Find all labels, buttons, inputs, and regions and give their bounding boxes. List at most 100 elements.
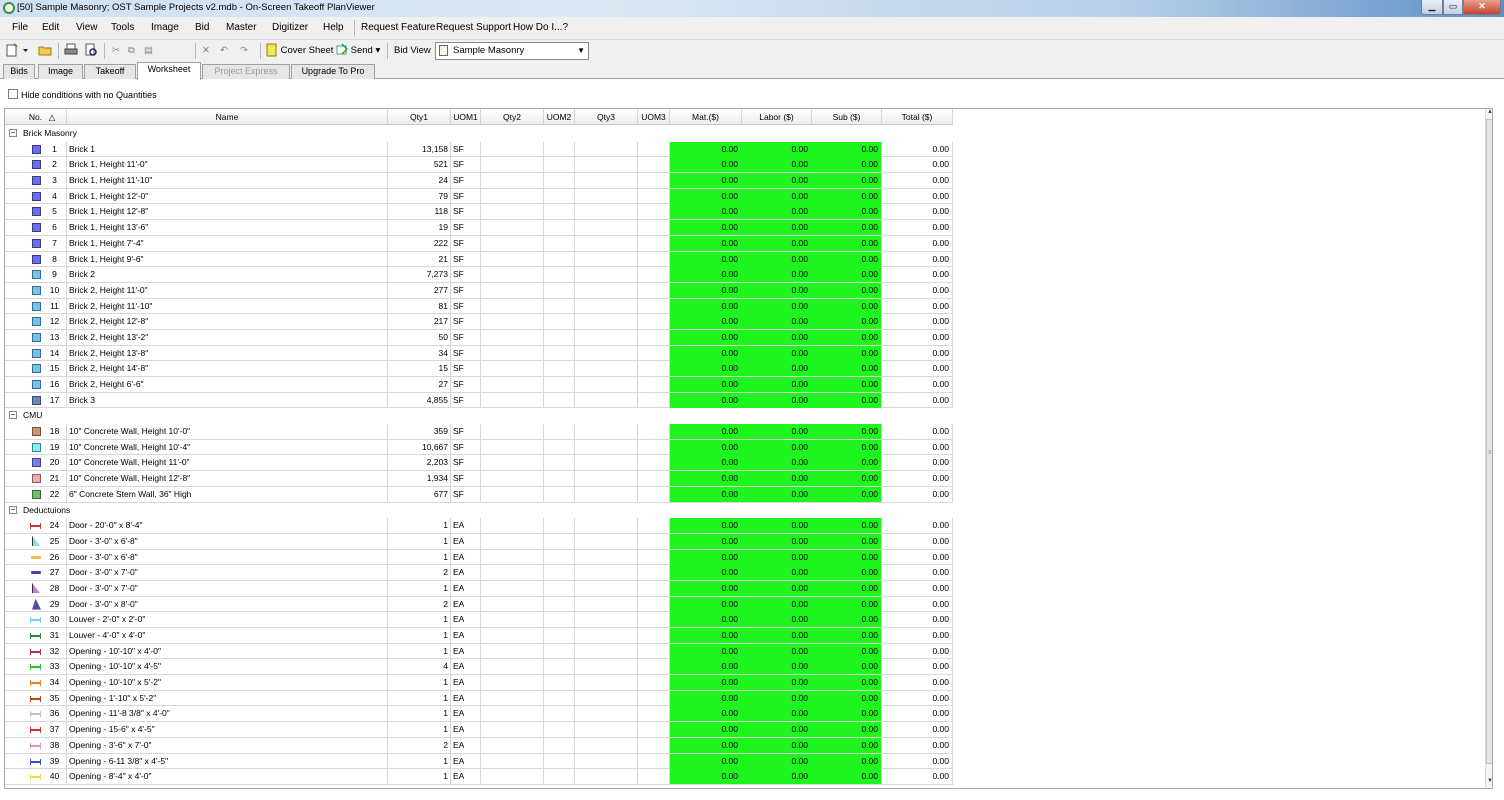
condition-name[interactable]: Door - 3'-0" x 6'-8" bbox=[67, 549, 388, 565]
material-cost-cell[interactable]: 0.00 bbox=[670, 220, 742, 236]
qty1-cell[interactable]: 277 bbox=[388, 282, 451, 298]
uom3-cell[interactable] bbox=[638, 533, 670, 549]
total-cost-cell[interactable]: 0.00 bbox=[882, 345, 953, 361]
qty1-cell[interactable]: 2 bbox=[388, 565, 451, 581]
qty1-cell[interactable]: 1 bbox=[388, 690, 451, 706]
col-uom3[interactable]: UOM3 bbox=[638, 109, 670, 125]
qty1-cell[interactable]: 1 bbox=[388, 580, 451, 596]
qty1-cell[interactable]: 222 bbox=[388, 235, 451, 251]
uom2-cell[interactable] bbox=[544, 361, 575, 377]
total-cost-cell[interactable]: 0.00 bbox=[882, 549, 953, 565]
material-cost-cell[interactable]: 0.00 bbox=[670, 675, 742, 691]
uom1-cell[interactable]: SF bbox=[451, 141, 481, 157]
material-cost-cell[interactable]: 0.00 bbox=[670, 471, 742, 487]
qty2-cell[interactable] bbox=[481, 486, 544, 502]
condition-name[interactable]: Brick 2, Height 12'-8" bbox=[67, 314, 388, 330]
labor-cost-cell[interactable]: 0.00 bbox=[742, 659, 812, 675]
material-cost-cell[interactable]: 0.00 bbox=[670, 173, 742, 189]
qty2-cell[interactable] bbox=[481, 282, 544, 298]
qty1-cell[interactable]: 21 bbox=[388, 251, 451, 267]
total-cost-cell[interactable]: 0.00 bbox=[882, 565, 953, 581]
uom3-cell[interactable] bbox=[638, 690, 670, 706]
uom2-cell[interactable] bbox=[544, 596, 575, 612]
material-cost-cell[interactable]: 0.00 bbox=[670, 580, 742, 596]
table-row[interactable]: 26 Door - 3'-0" x 6'-8" 1 EA 0.00 0.00 0.00 0.0… bbox=[5, 549, 953, 566]
sub-cost-cell[interactable]: 0.00 bbox=[812, 424, 882, 440]
menu-help[interactable]: Help bbox=[323, 22, 344, 33]
qty1-cell[interactable]: 1 bbox=[388, 753, 451, 769]
uom1-cell[interactable]: SF bbox=[451, 471, 481, 487]
uom2-cell[interactable] bbox=[544, 706, 575, 722]
condition-name[interactable]: Opening - 8'-4" x 4'-0" bbox=[67, 769, 388, 785]
qty2-cell[interactable] bbox=[481, 345, 544, 361]
uom2-cell[interactable] bbox=[544, 753, 575, 769]
uom2-cell[interactable] bbox=[544, 220, 575, 236]
qty2-cell[interactable] bbox=[481, 204, 544, 220]
qty2-cell[interactable] bbox=[481, 518, 544, 534]
table-row[interactable]: 13 Brick 2, Height 13'-2" 50 SF 0.00 0.00 0.00… bbox=[5, 329, 953, 346]
uom3-cell[interactable] bbox=[638, 173, 670, 189]
total-cost-cell[interactable]: 0.00 bbox=[882, 188, 953, 204]
qty1-cell[interactable]: 1 bbox=[388, 628, 451, 643]
condition-name[interactable]: Brick 2, Height 13'-8" bbox=[67, 345, 388, 361]
qty1-cell[interactable]: 4 bbox=[388, 659, 451, 675]
qty3-cell[interactable] bbox=[575, 424, 638, 440]
collapse-icon[interactable]: − bbox=[9, 411, 17, 420]
labor-cost-cell[interactable]: 0.00 bbox=[742, 612, 812, 628]
condition-name[interactable]: Brick 1, Height 12'-8" bbox=[67, 204, 388, 220]
total-cost-cell[interactable]: 0.00 bbox=[882, 486, 953, 502]
qty1-cell[interactable]: 1 bbox=[388, 612, 451, 628]
uom2-cell[interactable] bbox=[544, 439, 575, 455]
condition-name[interactable]: Opening - 10'-10" x 4'-0" bbox=[67, 643, 388, 659]
labor-cost-cell[interactable]: 0.00 bbox=[742, 298, 812, 314]
total-cost-cell[interactable]: 0.00 bbox=[882, 533, 953, 549]
condition-name[interactable]: Brick 1, Height 7'-4" bbox=[67, 235, 388, 251]
uom2-cell[interactable] bbox=[544, 424, 575, 440]
table-row[interactable]: 37 Opening - 15-6" x 4'-5" 1 EA 0.00 0.00 0.00… bbox=[5, 722, 953, 738]
labor-cost-cell[interactable]: 0.00 bbox=[742, 549, 812, 565]
total-cost-cell[interactable]: 0.00 bbox=[882, 675, 953, 691]
material-cost-cell[interactable]: 0.00 bbox=[670, 612, 742, 628]
uom3-cell[interactable] bbox=[638, 612, 670, 628]
labor-cost-cell[interactable]: 0.00 bbox=[742, 737, 812, 753]
total-cost-cell[interactable]: 0.00 bbox=[882, 471, 953, 487]
qty3-cell[interactable] bbox=[575, 235, 638, 251]
uom1-cell[interactable]: SF bbox=[451, 282, 481, 298]
menu-digitizer[interactable]: Digitizer bbox=[272, 22, 308, 33]
table-row[interactable]: 17 Brick 3 4,855 SF 0.00 0.00 0.00 0.00 bbox=[5, 392, 953, 409]
sub-cost-cell[interactable]: 0.00 bbox=[812, 298, 882, 314]
material-cost-cell[interactable]: 0.00 bbox=[670, 424, 742, 440]
material-cost-cell[interactable]: 0.00 bbox=[670, 439, 742, 455]
sub-cost-cell[interactable]: 0.00 bbox=[812, 533, 882, 549]
uom1-cell[interactable]: SF bbox=[451, 377, 481, 392]
total-cost-cell[interactable]: 0.00 bbox=[882, 455, 953, 471]
total-cost-cell[interactable]: 0.00 bbox=[882, 706, 953, 722]
material-cost-cell[interactable]: 0.00 bbox=[670, 298, 742, 314]
material-cost-cell[interactable]: 0.00 bbox=[670, 596, 742, 612]
condition-name[interactable]: Door - 20'-0" x 8'-4" bbox=[67, 518, 388, 534]
uom1-cell[interactable]: SF bbox=[451, 188, 481, 204]
material-cost-cell[interactable]: 0.00 bbox=[670, 157, 742, 173]
qty3-cell[interactable] bbox=[575, 565, 638, 581]
qty3-cell[interactable] bbox=[575, 722, 638, 738]
qty3-cell[interactable] bbox=[575, 486, 638, 502]
labor-cost-cell[interactable]: 0.00 bbox=[742, 643, 812, 659]
uom2-cell[interactable] bbox=[544, 737, 575, 753]
uom2-cell[interactable] bbox=[544, 722, 575, 738]
material-cost-cell[interactable]: 0.00 bbox=[670, 235, 742, 251]
qty2-cell[interactable] bbox=[481, 565, 544, 581]
material-cost-cell[interactable]: 0.00 bbox=[670, 753, 742, 769]
labor-cost-cell[interactable]: 0.00 bbox=[742, 267, 812, 283]
condition-name[interactable]: Brick 1, Height 9'-6" bbox=[67, 251, 388, 267]
table-row[interactable]: 25 Door - 3'-0" x 6'-8" 1 EA 0.00 0.00 0.00 0.0… bbox=[5, 533, 953, 550]
qty2-cell[interactable] bbox=[481, 298, 544, 314]
close-button[interactable]: ✕ bbox=[1463, 0, 1501, 15]
condition-name[interactable]: Opening - 10'-10" x 5'-2" bbox=[67, 675, 388, 691]
material-cost-cell[interactable]: 0.00 bbox=[670, 722, 742, 738]
condition-name[interactable]: 10" Concrete Wall, Height 12'-8" bbox=[67, 471, 388, 487]
table-row[interactable]: 36 Opening - 11'-8 3/8" x 4'-0" 1 EA 0.00 0.0… bbox=[5, 706, 953, 723]
sub-cost-cell[interactable]: 0.00 bbox=[812, 141, 882, 157]
uom2-cell[interactable] bbox=[544, 518, 575, 534]
uom1-cell[interactable]: EA bbox=[451, 518, 481, 534]
total-cost-cell[interactable]: 0.00 bbox=[882, 298, 953, 314]
